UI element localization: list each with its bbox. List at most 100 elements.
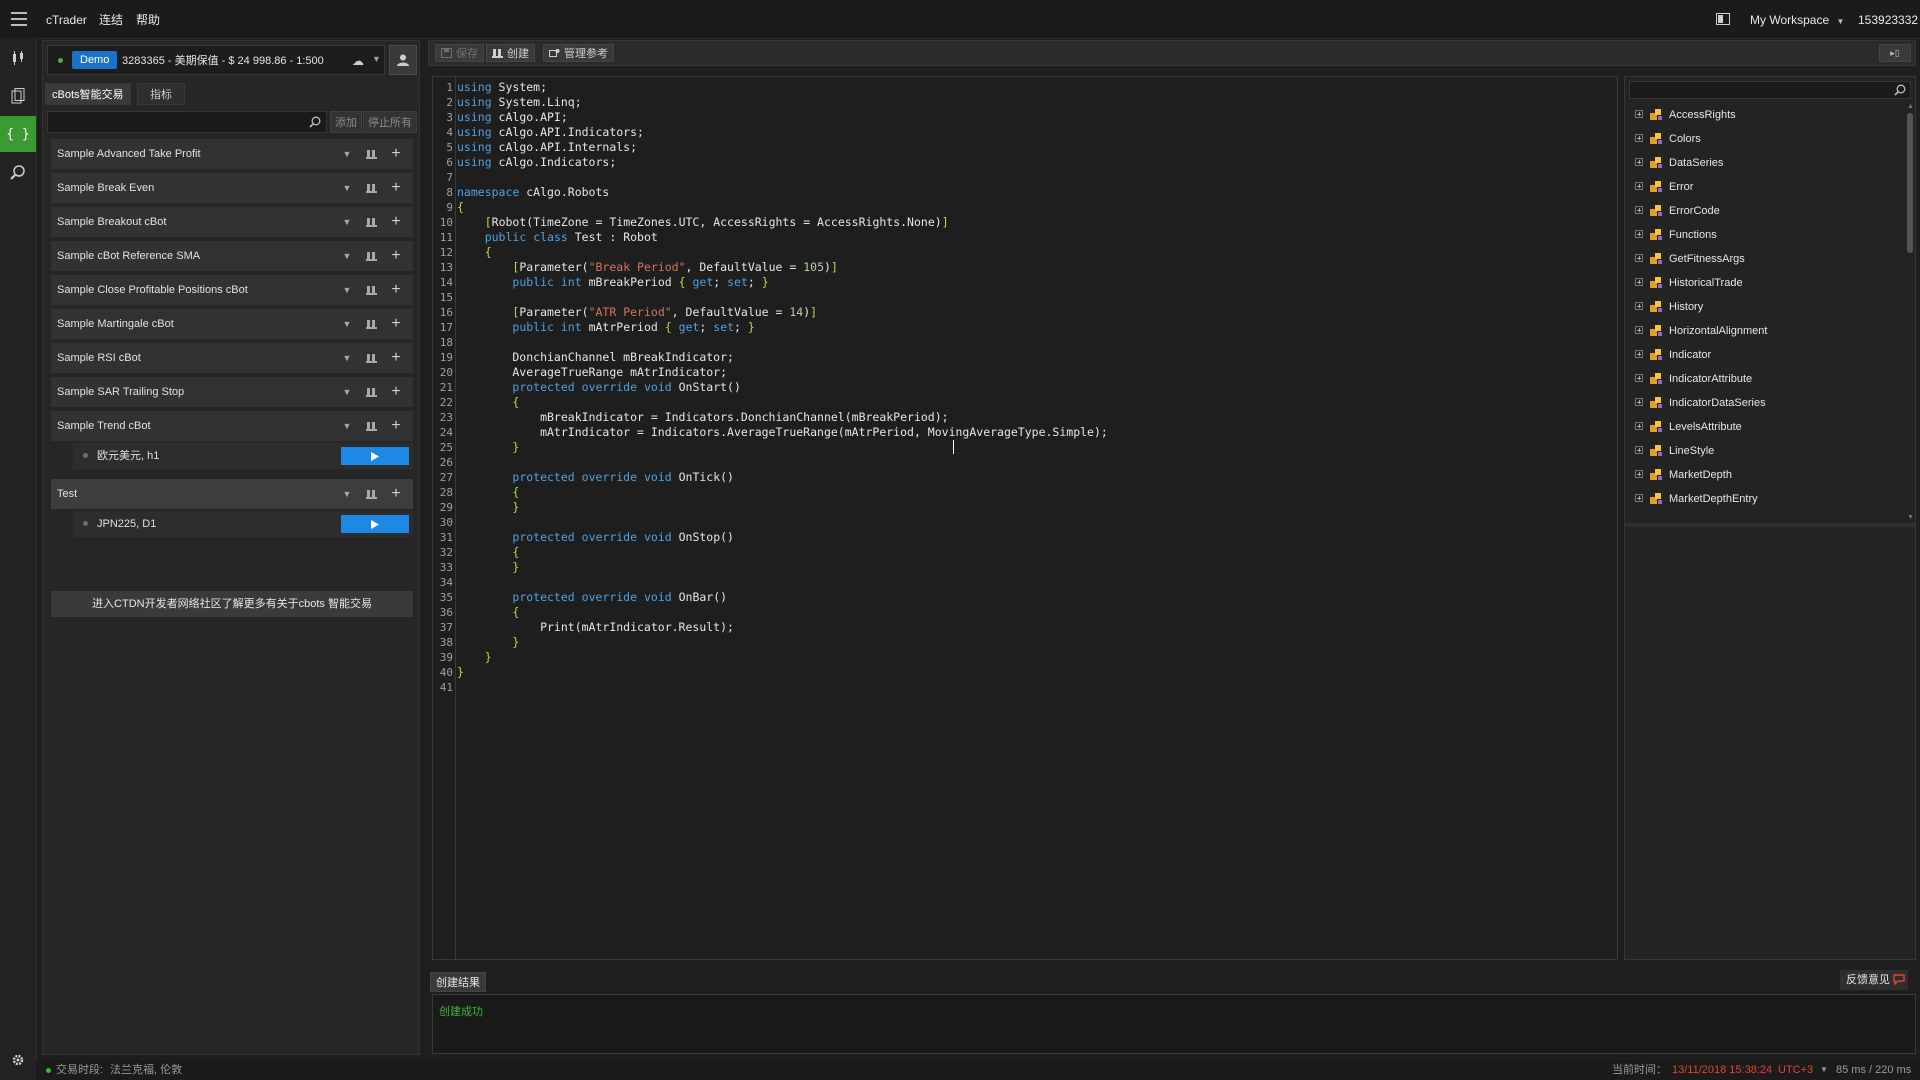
chevron-down-icon[interactable]: ▼ (338, 484, 356, 504)
cbot-search-input[interactable] (47, 111, 327, 133)
code-line[interactable]: public int mAtrPeriod { get; set; } (457, 320, 754, 335)
add-instance-icon[interactable]: + (387, 416, 405, 436)
code-line[interactable]: } (457, 635, 519, 650)
save-button[interactable]: 保存 (435, 44, 484, 62)
menu-item-connect[interactable]: 连结 (99, 0, 123, 38)
add-instance-icon[interactable]: + (387, 484, 405, 504)
menu-item-help[interactable]: 帮助 (136, 0, 160, 38)
code-line[interactable]: [Parameter("Break Period", DefaultValue … (457, 260, 837, 275)
code-line[interactable]: Print(mAtrIndicator.Result); (457, 620, 734, 635)
build-icon[interactable] (362, 314, 380, 334)
code-line[interactable]: AverageTrueRange mAtrIndicator; (457, 365, 727, 380)
object-search-input[interactable] (1629, 81, 1911, 99)
code-line[interactable]: using System; (457, 80, 547, 95)
expand-icon[interactable] (1635, 206, 1643, 214)
panel-toggle-icon[interactable]: ▸▯ (1879, 44, 1911, 62)
analyze-search-icon[interactable] (0, 154, 36, 190)
code-line[interactable]: } (457, 560, 519, 575)
code-line[interactable]: } (457, 500, 519, 515)
code-line[interactable]: { (457, 485, 519, 500)
chevron-down-icon[interactable]: ▼ (338, 178, 356, 198)
chevron-down-icon[interactable]: ▼ (338, 382, 356, 402)
chevron-down-icon[interactable]: ▼ (338, 246, 356, 266)
chevron-down-icon[interactable]: ▼ (338, 280, 356, 300)
feedback-button[interactable]: 反馈意见 (1840, 970, 1908, 990)
tab-indicators[interactable]: 指标 (137, 83, 185, 105)
add-instance-icon[interactable]: + (387, 314, 405, 334)
user-avatar-button[interactable] (389, 45, 417, 75)
cbot-row[interactable]: Sample Martingale cBot ▼ + (51, 309, 413, 339)
expand-icon[interactable] (1635, 158, 1643, 166)
expand-icon[interactable] (1635, 326, 1643, 334)
code-line[interactable]: protected override void OnStart() (457, 380, 741, 395)
cbot-row[interactable]: Sample Advanced Take Profit ▼ + (51, 139, 413, 169)
code-line[interactable]: } (457, 665, 464, 680)
add-instance-icon[interactable]: + (387, 280, 405, 300)
build-icon[interactable] (362, 178, 380, 198)
expand-icon[interactable] (1635, 470, 1643, 478)
expand-icon[interactable] (1635, 254, 1643, 262)
cbot-row[interactable]: Test ▼ + (51, 479, 413, 509)
build-icon[interactable] (362, 484, 380, 504)
expand-icon[interactable] (1635, 302, 1643, 310)
build-result-tab[interactable]: 创建结果 (430, 972, 486, 992)
add-instance-icon[interactable]: + (387, 178, 405, 198)
chevron-down-icon[interactable]: ▼ (338, 314, 356, 334)
expand-icon[interactable] (1635, 398, 1643, 406)
add-instance-icon[interactable]: + (387, 212, 405, 232)
cbot-instance-row[interactable]: 欧元美元, h1 (73, 443, 413, 469)
gear-icon[interactable] (0, 1042, 36, 1078)
cbot-row[interactable]: Sample Close Profitable Positions cBot ▼ + (51, 275, 413, 305)
code-line[interactable]: using cAlgo.API.Internals; (457, 140, 637, 155)
chevron-down-icon[interactable]: ▼ (372, 54, 381, 64)
code-line[interactable]: namespace cAlgo.Robots (457, 185, 609, 200)
tab-cbots[interactable]: cBots智能交易 (45, 83, 131, 105)
account-id[interactable]: 153923332 (1858, 0, 1918, 38)
expand-icon[interactable] (1635, 278, 1643, 286)
code-line[interactable]: using cAlgo.Indicators; (457, 155, 616, 170)
build-icon[interactable] (362, 348, 380, 368)
code-line[interactable]: { (457, 605, 519, 620)
build-icon[interactable] (362, 144, 380, 164)
add-instance-icon[interactable]: + (387, 382, 405, 402)
chevron-down-icon[interactable]: ▼ (338, 416, 356, 436)
account-selector[interactable]: Demo 3283365 - 美期保值 - $ 24 998.86 - 1:50… (47, 45, 385, 75)
code-line[interactable]: protected override void OnStop() (457, 530, 734, 545)
expand-icon[interactable] (1635, 422, 1643, 430)
build-icon[interactable] (362, 382, 380, 402)
copy-icon[interactable] (0, 78, 36, 114)
trade-icon[interactable] (0, 40, 36, 76)
play-button[interactable] (341, 447, 409, 465)
layout-toggle-icon[interactable] (1716, 13, 1730, 25)
chevron-down-icon[interactable]: ▼ (1820, 1060, 1828, 1080)
cbot-row[interactable]: Sample Trend cBot ▼ + (51, 411, 413, 441)
add-instance-icon[interactable]: + (387, 246, 405, 266)
object-tree-scrollbar[interactable]: ▲ ▼ (1907, 103, 1914, 521)
build-icon[interactable] (362, 416, 380, 436)
code-line[interactable]: { (457, 245, 492, 260)
expand-icon[interactable] (1635, 230, 1643, 238)
timezone[interactable]: UTC+3 (1778, 1060, 1813, 1080)
code-line[interactable]: using cAlgo.API.Indicators; (457, 125, 644, 140)
expand-icon[interactable] (1635, 350, 1643, 358)
chevron-down-icon[interactable]: ▼ (338, 348, 356, 368)
code-line[interactable]: { (457, 395, 519, 410)
expand-icon[interactable] (1635, 134, 1643, 142)
chevron-down-icon[interactable]: ▼ (338, 144, 356, 164)
cbot-row[interactable]: Sample RSI cBot ▼ + (51, 343, 413, 373)
build-button[interactable]: 创建 (486, 44, 535, 62)
code-line[interactable]: { (457, 545, 519, 560)
build-icon[interactable] (362, 280, 380, 300)
code-line[interactable]: protected override void OnTick() (457, 470, 734, 485)
code-line[interactable]: [Robot(TimeZone = TimeZones.UTC, AccessR… (457, 215, 949, 230)
cbot-row[interactable]: Sample SAR Trailing Stop ▼ + (51, 377, 413, 407)
build-icon[interactable] (362, 246, 380, 266)
code-line[interactable]: [Parameter("ATR Period", DefaultValue = … (457, 305, 817, 320)
play-button[interactable] (341, 515, 409, 533)
stop-all-button[interactable]: 停止所有 (363, 111, 417, 133)
code-line[interactable]: DonchianChannel mBreakIndicator; (457, 350, 734, 365)
expand-icon[interactable] (1635, 446, 1643, 454)
add-instance-icon[interactable]: + (387, 144, 405, 164)
code-line[interactable]: public int mBreakPeriod { get; set; } (457, 275, 768, 290)
code-line[interactable]: using cAlgo.API; (457, 110, 568, 125)
